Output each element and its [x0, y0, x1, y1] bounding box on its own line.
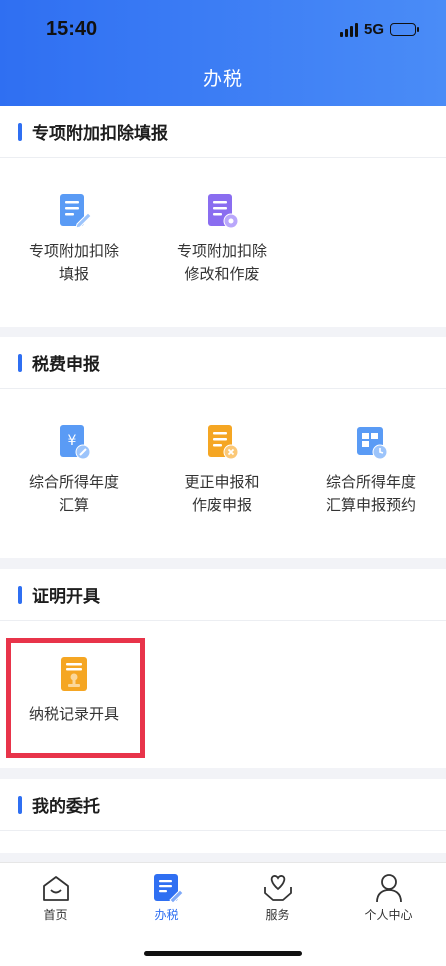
section-title: 专项附加扣除填报	[32, 124, 168, 144]
app-header: 15:40 5G 办税	[0, 0, 446, 106]
tile-label-line2: 修改和作废	[184, 265, 260, 283]
section-header: 证明开具	[0, 569, 446, 621]
tile-label-line1: 纳税记录开具	[28, 705, 119, 723]
tile-label-line1: 专项附加扣除	[28, 242, 119, 260]
tile-label-line2: 汇算申报预约	[325, 496, 416, 514]
tile-label-line2: 填报	[58, 265, 89, 283]
section-special-deduction: 专项附加扣除填报 专项附加扣除 填报 专项附加扣除 修改和作废	[0, 106, 446, 327]
section-certificates: 证明开具 纳税记录开具	[0, 569, 446, 768]
yuan-document-icon: ¥	[57, 423, 91, 461]
tile-label-line1: 综合所得年度	[28, 473, 119, 491]
status-indicators: 5G	[339, 21, 419, 38]
tile-correct-void[interactable]: 更正申报和 作废申报	[148, 423, 296, 517]
tile-label-line1: 综合所得年度	[325, 473, 416, 491]
tile-label-line2: 汇算	[58, 496, 89, 514]
tile-annual-settlement[interactable]: ¥ 综合所得年度 汇算	[0, 423, 148, 517]
section-title: 证明开具	[32, 587, 100, 607]
tax-form-icon	[150, 873, 184, 904]
network-label: 5G	[363, 21, 384, 38]
tab-home[interactable]: 首页	[0, 873, 111, 923]
battery-icon	[390, 23, 419, 36]
person-icon	[372, 873, 406, 903]
tile-label-line2: 作废申报	[191, 496, 252, 514]
certificate-stamp-icon	[57, 655, 91, 693]
svg-text:¥: ¥	[68, 433, 77, 449]
tab-label: 首页	[43, 908, 68, 922]
tile-deduction-modify[interactable]: 专项附加扣除 修改和作废	[148, 192, 296, 286]
home-indicator[interactable]	[144, 951, 302, 956]
section-accent-bar	[18, 585, 22, 604]
home-icon	[39, 873, 73, 903]
section-header[interactable]: 我的委托	[0, 779, 446, 831]
section-my-delegation: 我的委托	[0, 779, 446, 853]
tab-service[interactable]: 服务	[222, 873, 333, 923]
heart-hand-icon	[261, 873, 295, 903]
signal-icon	[339, 22, 358, 37]
tile-deduction-fill[interactable]: 专项附加扣除 填报	[0, 192, 148, 286]
tab-label: 服务	[265, 908, 290, 922]
section-accent-bar	[18, 795, 22, 814]
form-edit-icon	[57, 192, 92, 230]
tab-label: 个人中心	[364, 908, 413, 922]
section-accent-bar	[18, 122, 22, 141]
tab-profile[interactable]: 个人中心	[333, 873, 444, 923]
section-accent-bar	[18, 353, 22, 372]
section-header: 税费申报	[0, 337, 446, 389]
section-title: 税费申报	[32, 355, 100, 375]
tile-tax-record[interactable]: 纳税记录开具	[0, 655, 148, 726]
page-title: 办税	[202, 68, 243, 90]
tile-label-line1: 专项附加扣除	[176, 242, 267, 260]
section-title: 我的委托	[32, 797, 100, 817]
document-cancel-icon	[205, 423, 239, 461]
tile-label-line1: 更正申报和	[184, 473, 260, 491]
section-header: 专项附加扣除填报	[0, 106, 446, 158]
status-bar: 15:40 5G	[0, 18, 446, 44]
tab-tax[interactable]: 办税	[111, 873, 222, 923]
tab-label: 办税	[154, 908, 179, 922]
status-time: 15:40	[46, 18, 98, 40]
calendar-clock-icon	[354, 423, 388, 461]
tile-settlement-appointment[interactable]: 综合所得年度 汇算申报预约	[297, 423, 445, 517]
form-settings-icon	[205, 192, 239, 230]
section-tax-filing: 税费申报 ¥ 综合所得年度 汇算 更正申报和 作废申报 综合所得年度 汇算申报预…	[0, 337, 446, 558]
